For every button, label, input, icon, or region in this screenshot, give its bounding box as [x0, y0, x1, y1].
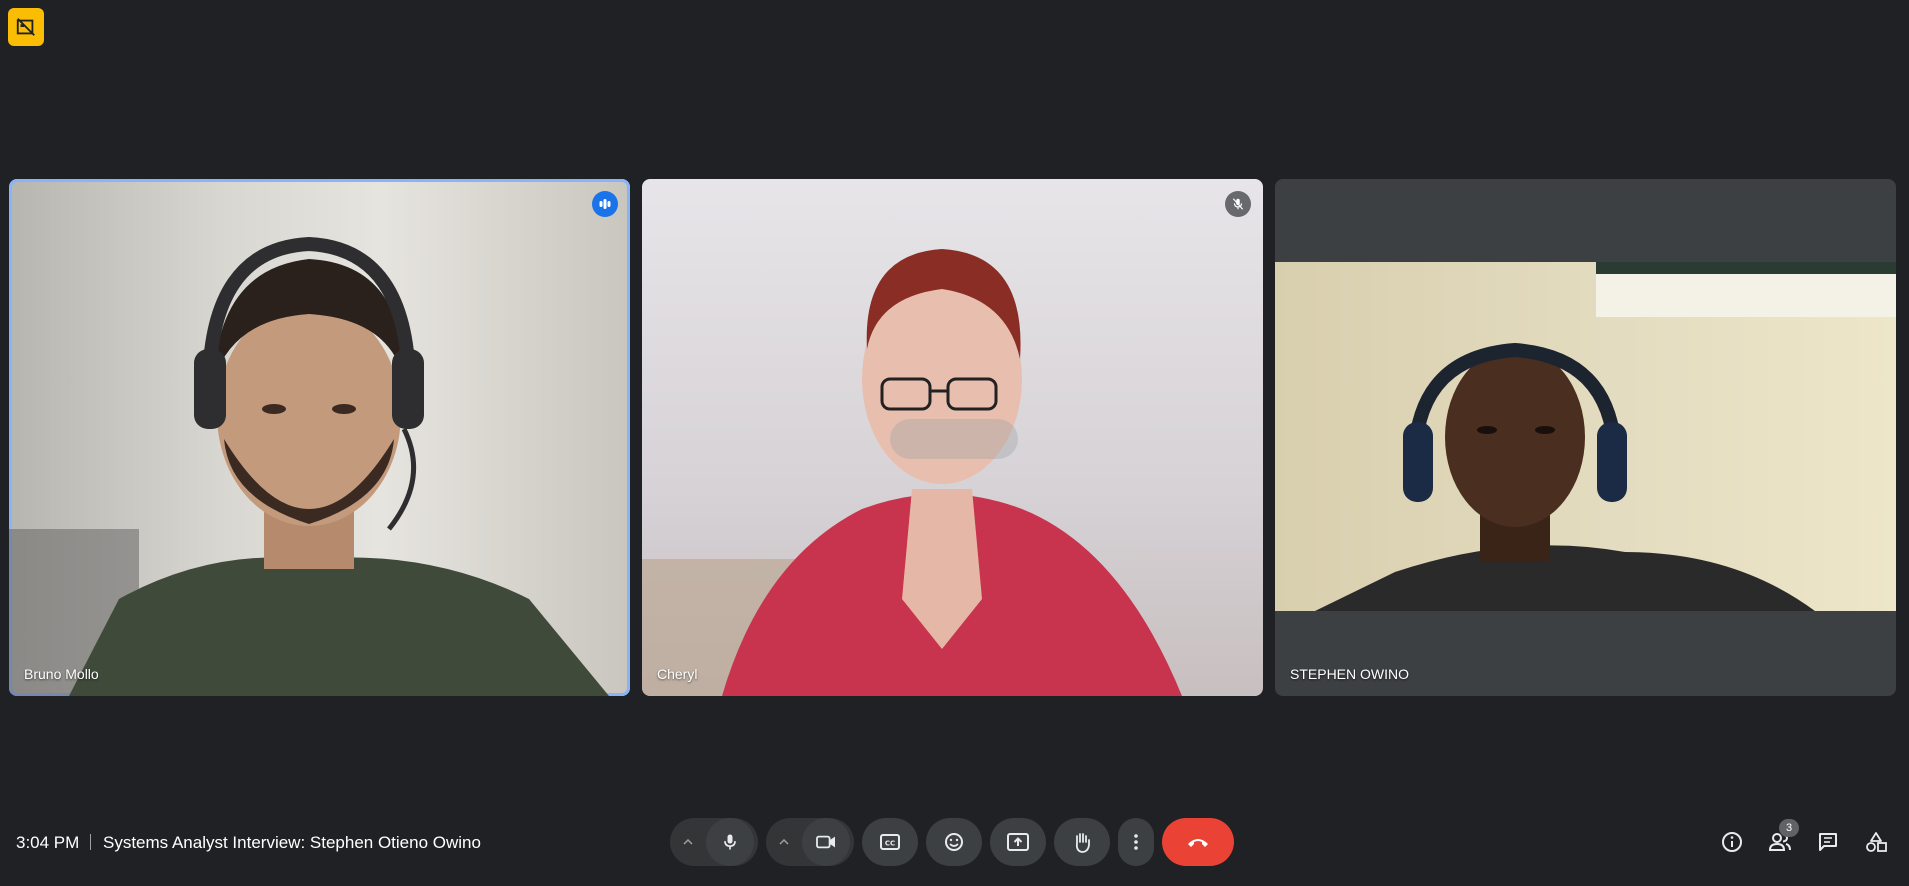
emoji-icon	[945, 833, 963, 851]
bottom-toolbar: 3:04 PM Systems Analyst Interview: Steph…	[0, 806, 1909, 886]
participant-video	[9, 236, 609, 696]
camera-control-group	[766, 818, 854, 866]
end-call-button[interactable]	[1162, 818, 1234, 866]
speaking-indicator-icon	[592, 191, 618, 217]
audio-settings-caret[interactable]	[670, 818, 706, 866]
chevron-up-icon	[683, 839, 693, 845]
recording-badge[interactable]	[8, 8, 44, 46]
chevron-up-icon	[779, 839, 789, 845]
participant-video	[1275, 262, 1896, 611]
mic-off-icon	[1225, 191, 1251, 217]
meeting-time: 3:04 PM	[16, 833, 80, 852]
mic-icon	[724, 834, 736, 850]
participant-name: STEPHEN OWINO	[1290, 666, 1410, 682]
present-screen-button[interactable]	[990, 818, 1046, 866]
end-call-icon	[1188, 839, 1208, 847]
info-icon	[1722, 832, 1742, 852]
people-count-badge: 3	[1779, 819, 1799, 837]
captions-button[interactable]: CC	[862, 818, 918, 866]
meeting-title: Systems Analyst Interview: Stephen Otien…	[103, 833, 481, 852]
chat-button[interactable]	[1806, 820, 1850, 864]
participant-name: Cheryl	[657, 666, 698, 682]
divider	[90, 834, 91, 850]
participant-tile-cheryl[interactable]: Cheryl	[642, 179, 1263, 696]
mic-button[interactable]	[706, 818, 754, 866]
recording-icon	[16, 18, 35, 36]
mic-control-group	[670, 818, 758, 866]
raise-hand-button[interactable]	[1054, 818, 1110, 866]
more-options-icon	[1134, 834, 1138, 850]
participant-tile-stephen[interactable]: STEPHEN OWINO	[1275, 179, 1896, 696]
participant-video	[642, 249, 1182, 696]
video-settings-caret[interactable]	[766, 818, 802, 866]
activities-icon	[1866, 832, 1887, 852]
activities-button[interactable]	[1854, 820, 1898, 864]
meeting-details-button[interactable]	[1710, 820, 1754, 864]
svg-text:CC: CC	[885, 840, 895, 848]
raise-hand-icon	[1075, 833, 1090, 853]
present-screen-icon	[1007, 833, 1029, 851]
camera-button[interactable]	[802, 818, 850, 866]
reactions-button[interactable]	[926, 818, 982, 866]
participant-tile-bruno[interactable]: Bruno Mollo	[9, 179, 630, 696]
chat-icon	[1819, 833, 1837, 851]
participant-name: Bruno Mollo	[24, 666, 99, 682]
camera-icon	[816, 835, 835, 849]
more-options-button[interactable]	[1118, 818, 1154, 866]
captions-icon: CC	[880, 834, 900, 850]
